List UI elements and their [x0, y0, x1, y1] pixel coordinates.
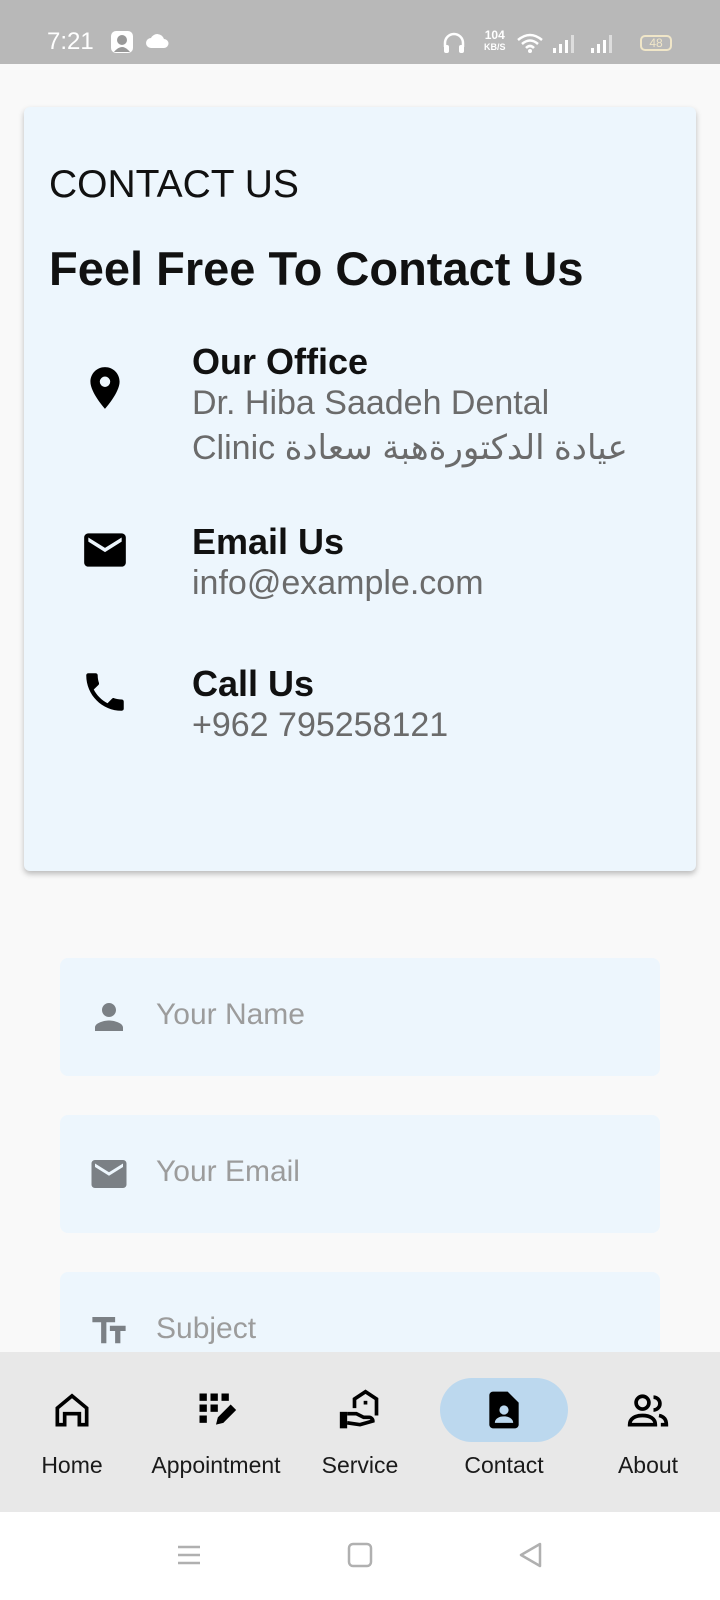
name-placeholder: Your Name	[156, 998, 305, 1031]
office-title: Our Office	[192, 341, 369, 382]
nav-label: About	[617, 1452, 679, 1478]
avatar-icon	[111, 31, 133, 53]
phone-value[interactable]: +962 795258121	[192, 703, 632, 748]
email-icon	[84, 533, 126, 567]
network-speed: 104 KB/S	[484, 29, 506, 53]
location-pin-icon	[90, 367, 120, 409]
person-icon	[95, 1003, 123, 1031]
nav-appointment[interactable]: Appointment	[144, 1352, 288, 1512]
section-headline: Feel Free To Contact Us	[49, 242, 584, 295]
nav-home[interactable]: Home	[0, 1352, 144, 1512]
speed-value: 104	[484, 28, 505, 42]
service-icon	[339, 1389, 379, 1429]
headphones-icon	[443, 32, 465, 53]
battery-indicator: 48	[640, 35, 672, 51]
about-icon	[627, 1394, 669, 1427]
nav-contact[interactable]: Contact	[432, 1352, 576, 1512]
nav-label: Service	[321, 1452, 399, 1478]
email-field[interactable]: Your Email	[60, 1115, 660, 1233]
appointment-icon	[199, 1393, 237, 1425]
menu-icon[interactable]	[176, 1542, 202, 1568]
cloud-icon	[146, 34, 169, 48]
phone-icon	[86, 673, 124, 711]
phone-title: Call Us	[192, 663, 315, 704]
nav-service[interactable]: Service	[288, 1352, 432, 1512]
name-field[interactable]: Your Name	[60, 958, 660, 1076]
contact-card: CONTACT US Feel Free To Contact Us Our O…	[24, 107, 696, 871]
nav-label: Home	[41, 1452, 103, 1478]
speed-unit: KB/S	[484, 42, 506, 52]
nav-label: Contact	[464, 1452, 544, 1478]
system-navigation-bar	[0, 1512, 720, 1600]
contact-icon	[489, 1391, 519, 1429]
email-value[interactable]: info@example.com	[192, 561, 632, 606]
email-icon	[91, 1160, 127, 1188]
nav-about[interactable]: About	[576, 1352, 720, 1512]
text-fields-icon	[92, 1317, 126, 1344]
signal-icon	[591, 35, 612, 53]
home-icon	[55, 1393, 89, 1427]
bottom-navigation: Home Appointment Service Contact About	[0, 1352, 720, 1512]
back-icon[interactable]	[518, 1542, 544, 1568]
wifi-icon	[517, 33, 543, 53]
status-time: 7:21	[47, 28, 94, 55]
status-bar: 7:21 104 KB/S 48	[0, 0, 720, 64]
email-placeholder: Your Email	[156, 1155, 300, 1188]
subject-placeholder: Subject	[156, 1312, 257, 1345]
section-eyebrow: CONTACT US	[49, 163, 299, 206]
email-title: Email Us	[192, 521, 345, 562]
nav-label: Appointment	[151, 1452, 281, 1478]
office-address: Dr. Hiba Saadeh Dental Clinic عيادة الدك…	[192, 384, 628, 467]
home-button-icon[interactable]	[347, 1542, 373, 1568]
signal-icon	[553, 35, 574, 53]
